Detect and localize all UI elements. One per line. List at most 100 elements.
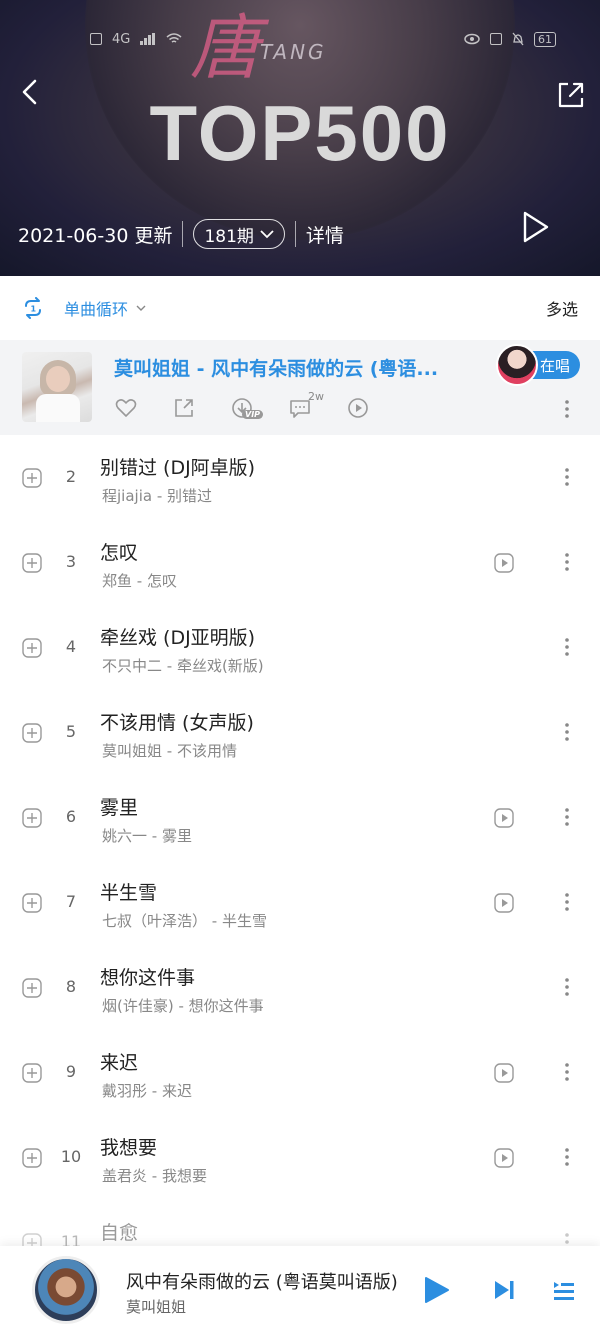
song-title[interactable]: 我想要 (100, 1133, 157, 1160)
more-vertical-icon[interactable] (560, 551, 574, 573)
add-icon[interactable] (22, 638, 42, 658)
more-vertical-icon[interactable] (560, 891, 574, 913)
song-rank: 2 (65, 467, 77, 486)
mv-play-icon[interactable] (494, 893, 514, 913)
song-title[interactable]: 怎叹 (100, 538, 138, 565)
featured-actions: VIP 2w (114, 390, 370, 420)
divider (294, 221, 296, 247)
song-artist[interactable]: 盖君炎 - 我想要 (102, 1165, 207, 1186)
player-artist[interactable]: 莫叫姐姐 (126, 1296, 186, 1317)
add-icon[interactable] (22, 1148, 42, 1168)
list-toolbar: 1 单曲循环 多选 (0, 276, 600, 340)
more-vertical-icon[interactable] (560, 806, 574, 828)
featured-song-title[interactable]: 莫叫姐姐 - 风中有朵雨做的云 (粤语... (114, 354, 464, 381)
song-artist[interactable]: 七叔（叶泽浩） - 半生雪 (102, 910, 267, 931)
song-artist[interactable]: 程jiajia - 别错过 (102, 485, 212, 506)
mv-play-icon[interactable] (494, 553, 514, 573)
more-vertical-icon[interactable] (560, 721, 574, 743)
play-all-icon[interactable] (522, 210, 550, 244)
wifi-icon (166, 33, 182, 43)
loop-mode-label[interactable]: 单曲循环 (64, 296, 128, 320)
share-icon[interactable] (172, 396, 196, 420)
add-icon[interactable] (22, 723, 42, 743)
song-artist[interactable]: 烟(许佳豪) - 想你这件事 (102, 995, 264, 1016)
chevron-down-icon (260, 229, 274, 238)
song-title[interactable]: 不该用情 (女声版) (100, 708, 254, 735)
repeat-one-icon[interactable]: 1 (22, 297, 44, 319)
comment-button[interactable]: 2w (288, 390, 324, 420)
song-title[interactable]: 自愈 (100, 1218, 138, 1245)
song-title[interactable]: 来迟 (100, 1048, 138, 1075)
issue-selector[interactable]: 181期 (193, 219, 285, 249)
update-date: 2021-06-30 更新 (18, 224, 173, 247)
song-artist[interactable]: 郑鱼 - 怎叹 (102, 570, 177, 591)
multi-select-button[interactable]: 多选 (546, 296, 578, 320)
add-icon[interactable] (22, 808, 42, 828)
nfc-icon (490, 33, 502, 45)
chart-meta: 2021-06-30 更新 181期 详情 (18, 218, 344, 250)
playlist-icon[interactable] (552, 1278, 576, 1302)
next-track-icon[interactable] (492, 1278, 516, 1302)
song-cover (22, 352, 92, 422)
add-icon[interactable] (22, 1063, 42, 1083)
song-rank: 3 (65, 552, 77, 571)
song-row[interactable]: 5 不该用情 (女声版) 莫叫姐姐 - 不该用情 (0, 690, 600, 775)
bell-off-icon (512, 32, 524, 46)
more-vertical-icon[interactable] (560, 636, 574, 658)
details-link[interactable]: 详情 (306, 221, 344, 248)
mv-play-icon[interactable] (346, 396, 370, 420)
song-rank: 7 (65, 892, 77, 911)
song-title[interactable]: 想你这件事 (100, 963, 195, 990)
song-title[interactable]: 雾里 (100, 793, 138, 820)
heart-icon[interactable] (114, 396, 138, 420)
mv-play-icon[interactable] (494, 808, 514, 828)
add-icon[interactable] (22, 893, 42, 913)
song-artist[interactable]: 不只中二 - 牵丝戏(新版) (102, 655, 264, 676)
player-album-art[interactable] (32, 1256, 100, 1324)
chart-title: TOP500 (149, 89, 451, 177)
network-label: 4G (112, 31, 131, 47)
song-row[interactable]: 7 半生雪七叔（叶泽浩） - 半生雪 (0, 860, 600, 945)
comment-count: 2w (308, 390, 324, 403)
song-artist[interactable]: 莫叫姐姐 - 不该用情 (102, 740, 237, 761)
song-row[interactable]: 3 怎叹郑鱼 - 怎叹 (0, 520, 600, 605)
battery-label: 61 (534, 31, 556, 47)
song-title[interactable]: 牵丝戏 (DJ亚明版) (100, 623, 255, 650)
song-title[interactable]: 半生雪 (100, 878, 157, 905)
song-row[interactable]: 8 想你这件事烟(许佳豪) - 想你这件事 (0, 945, 600, 1030)
download-button[interactable]: VIP (230, 396, 264, 420)
more-vertical-icon[interactable] (560, 976, 574, 998)
song-artist[interactable]: 戴羽彤 - 来迟 (102, 1080, 192, 1101)
chevron-down-icon[interactable] (136, 304, 146, 312)
mv-play-icon[interactable] (494, 1063, 514, 1083)
more-vertical-icon[interactable] (560, 1146, 574, 1168)
add-icon[interactable] (22, 553, 42, 573)
add-icon[interactable] (22, 468, 42, 488)
song-row[interactable]: 9 来迟 戴羽彤 - 来迟 (0, 1030, 600, 1115)
divider (182, 221, 184, 247)
add-icon[interactable] (22, 978, 42, 998)
mv-play-icon[interactable] (494, 1148, 514, 1168)
svg-text:1: 1 (31, 305, 37, 314)
more-vertical-icon[interactable] (560, 1061, 574, 1083)
song-row[interactable]: 4 牵丝戏 (DJ亚明版) 不只中二 - 牵丝戏(新版) (0, 605, 600, 690)
chart-header: 唐 TANG 4G 61 TOP500 2021-06-30 更新 181期 详… (0, 0, 600, 276)
song-rank: 4 (65, 637, 77, 656)
more-vertical-icon[interactable] (560, 398, 574, 420)
issue-label: 181期 (204, 226, 254, 247)
song-artist[interactable]: 姚六一 - 雾里 (102, 825, 192, 846)
song-row[interactable]: 10 我想要 盖君炎 - 我想要 (0, 1115, 600, 1200)
song-title[interactable]: 别错过 (DJ阿卓版) (100, 453, 255, 480)
player-song-title[interactable]: 风中有朵雨做的云 (粤语莫叫语版) (126, 1268, 398, 1294)
mini-player[interactable]: 风中有朵雨做的云 (粤语莫叫语版) 莫叫姐姐 (0, 1246, 600, 1333)
eye-icon (464, 33, 480, 45)
status-bar: 4G 61 (0, 28, 600, 50)
song-row[interactable]: 6 雾里 姚六一 - 雾里 (0, 775, 600, 860)
song-row[interactable]: 2 别错过 (DJ阿卓版) 程jiajia - 别错过 (0, 435, 600, 520)
song-rank: 5 (65, 722, 77, 741)
more-vertical-icon[interactable] (560, 466, 574, 488)
live-label: 在唱 (540, 356, 571, 375)
play-icon[interactable] (424, 1276, 450, 1304)
singer-avatar[interactable] (496, 344, 538, 386)
song-rank: 8 (65, 977, 77, 996)
